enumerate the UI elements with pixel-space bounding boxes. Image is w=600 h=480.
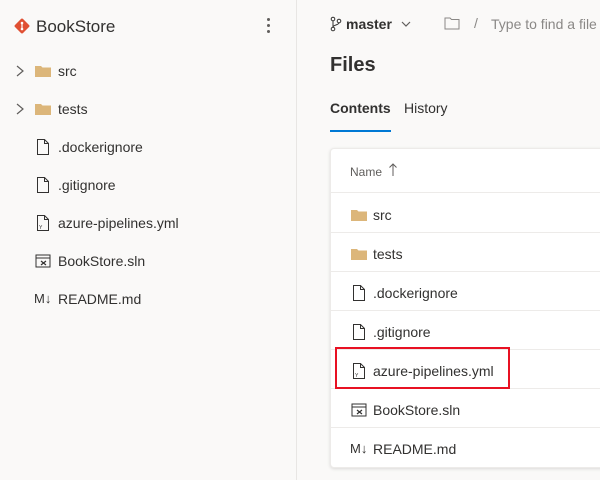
folder-icon bbox=[35, 104, 51, 115]
tree-item-gitignore[interactable]: .gitignore bbox=[0, 166, 296, 204]
tree-item-readme[interactable]: M↓ README.md bbox=[0, 280, 296, 318]
table-row-tests[interactable]: tests bbox=[331, 233, 600, 272]
tree-item-src[interactable]: src bbox=[0, 52, 296, 90]
tree-item-label: azure-pipelines.yml bbox=[58, 215, 179, 231]
folder-icon bbox=[35, 66, 51, 77]
git-branch-icon bbox=[330, 16, 342, 32]
tree-item-label: src bbox=[58, 63, 77, 79]
tree-item-bookstore-sln[interactable]: BookStore.sln bbox=[0, 242, 296, 280]
folder-icon bbox=[351, 249, 367, 260]
breadcrumb-separator: / bbox=[474, 15, 478, 31]
file-tree: src tests .dockerignore .gitignore Y azu… bbox=[0, 52, 296, 318]
file-name: tests bbox=[373, 246, 403, 262]
yaml-file-icon: Y bbox=[37, 215, 49, 231]
file-name: README.md bbox=[373, 441, 457, 457]
tree-item-label: .dockerignore bbox=[58, 139, 143, 155]
file-name: .dockerignore bbox=[373, 285, 458, 301]
folder-outline-icon[interactable] bbox=[444, 16, 460, 30]
file-icon bbox=[353, 324, 365, 340]
table-row-src[interactable]: src bbox=[331, 194, 600, 233]
chevron-right-icon[interactable] bbox=[14, 64, 26, 78]
table-row-dockerignore[interactable]: .dockerignore bbox=[331, 272, 600, 311]
sidebar: BookStore src tests .dockerignore .gitig… bbox=[0, 0, 297, 480]
tree-item-label: tests bbox=[58, 101, 88, 117]
column-header-name[interactable]: Name bbox=[331, 149, 600, 193]
tab-contents[interactable]: Contents bbox=[330, 100, 391, 132]
table-row-bookstore-sln[interactable]: BookStore.sln bbox=[331, 389, 600, 428]
page-title: Files bbox=[330, 54, 376, 76]
tab-history[interactable]: History bbox=[404, 100, 448, 132]
file-name: BookStore.sln bbox=[373, 402, 461, 418]
path-search-input[interactable] bbox=[491, 12, 600, 36]
file-icon bbox=[37, 177, 49, 193]
tree-item-dockerignore[interactable]: .dockerignore bbox=[0, 128, 296, 166]
table-row-readme[interactable]: M↓ README.md bbox=[331, 428, 600, 467]
table-row-gitignore[interactable]: .gitignore bbox=[331, 311, 600, 350]
tree-item-tests[interactable]: tests bbox=[0, 90, 296, 128]
file-name: azure-pipelines.yml bbox=[373, 363, 494, 379]
more-options-icon[interactable] bbox=[260, 14, 278, 36]
chevron-down-icon[interactable] bbox=[400, 18, 412, 30]
markdown-icon: M↓ bbox=[350, 441, 368, 456]
table-row-azure-pipelines[interactable]: Y azure-pipelines.yml bbox=[331, 350, 600, 389]
branch-name: master bbox=[346, 16, 392, 32]
file-icon bbox=[37, 139, 49, 155]
markdown-icon: M↓ bbox=[34, 291, 52, 306]
sort-ascending-icon bbox=[389, 163, 397, 176]
chevron-right-icon[interactable] bbox=[14, 102, 26, 116]
repo-name: BookStore bbox=[36, 17, 116, 36]
file-icon bbox=[353, 285, 365, 301]
files-table: Name src tests .dockerignore .gitignore … bbox=[330, 148, 600, 468]
solution-file-icon bbox=[351, 403, 367, 417]
git-repo-icon bbox=[14, 18, 30, 34]
solution-file-icon bbox=[35, 254, 51, 268]
main-content: master / Files Contents History Name src… bbox=[297, 0, 600, 480]
tree-item-azure-pipelines[interactable]: Y azure-pipelines.yml bbox=[0, 204, 296, 242]
repo-header: BookStore bbox=[0, 0, 297, 52]
file-name: .gitignore bbox=[373, 324, 431, 340]
folder-icon bbox=[351, 210, 367, 221]
tree-item-label: BookStore.sln bbox=[58, 253, 146, 269]
tree-item-label: README.md bbox=[58, 291, 142, 307]
tree-item-label: .gitignore bbox=[58, 177, 116, 193]
yaml-file-icon: Y bbox=[353, 363, 365, 379]
column-header-label: Name bbox=[350, 165, 383, 179]
file-name: src bbox=[373, 207, 392, 223]
